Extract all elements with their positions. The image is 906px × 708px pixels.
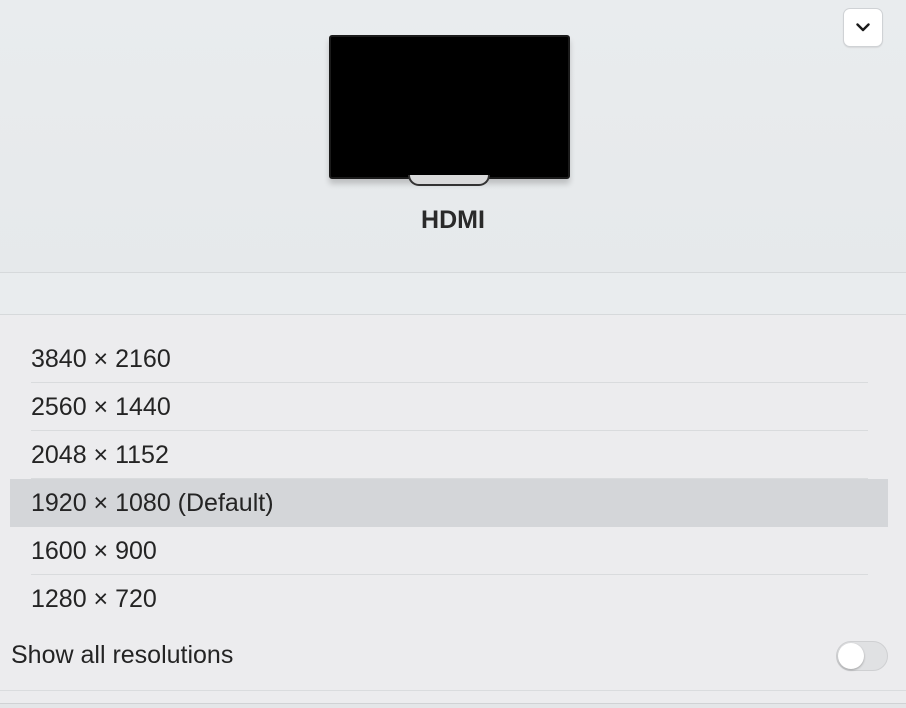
toggle-knob <box>838 643 864 669</box>
monitor-icon <box>329 35 570 187</box>
resolution-item[interactable]: 2048 × 1152 <box>10 431 888 479</box>
resolution-list: 3840 × 2160 2560 × 1440 2048 × 1152 1920… <box>10 335 888 623</box>
resolution-item[interactable]: 2560 × 1440 <box>10 383 888 431</box>
resolution-item[interactable]: 1280 × 720 <box>10 575 888 623</box>
monitor-screen <box>329 35 570 179</box>
display-header: HDMI <box>0 0 906 273</box>
resolution-item-selected[interactable]: 1920 × 1080 (Default) <box>10 479 888 527</box>
bottom-edge <box>0 703 906 708</box>
resolution-item[interactable]: 1600 × 900 <box>10 527 888 575</box>
show-all-resolutions-label: Show all resolutions <box>11 641 234 669</box>
show-all-resolutions-toggle[interactable] <box>836 641 888 671</box>
display-name: HDMI <box>421 206 485 234</box>
separator-band <box>0 273 906 315</box>
chevron-down-icon <box>856 19 870 37</box>
display-menu-button[interactable] <box>843 8 883 47</box>
show-all-resolutions-row: Show all resolutions <box>0 631 906 681</box>
divider <box>0 690 906 691</box>
resolution-item[interactable]: 3840 × 2160 <box>10 335 888 383</box>
monitor-stand <box>408 175 490 186</box>
